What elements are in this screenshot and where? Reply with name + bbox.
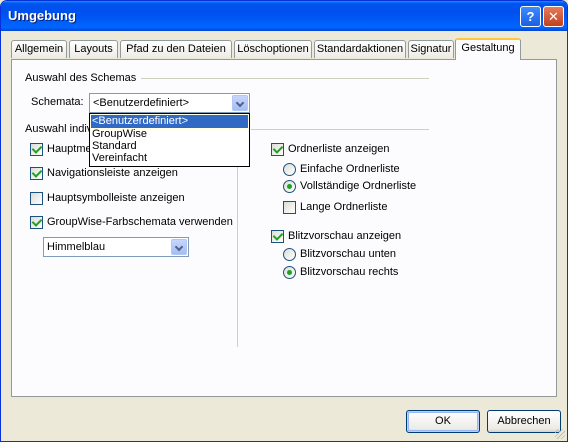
full-list-label: Vollständige Ordnerliste — [300, 180, 417, 192]
color-combo-value: Himmelblau — [47, 241, 106, 253]
tab-standardaktionen[interactable]: Standardaktionen — [314, 40, 406, 58]
schema-combo-value: <Benutzerdefiniert> — [93, 97, 190, 109]
qv-bottom-label: Blitzvorschau unten — [300, 248, 396, 260]
color-combo[interactable]: Himmelblau — [43, 237, 189, 257]
schema-dropdown-list: <Benutzerdefiniert> GroupWise Standard V… — [89, 113, 250, 167]
dialog-window: Umgebung ? ✕ Allgemein Layouts Pfad zu d… — [0, 0, 568, 442]
main-toolbar-label: Hauptsymbolleiste anzeigen — [47, 192, 185, 204]
close-button[interactable]: ✕ — [543, 6, 564, 27]
chevron-down-icon[interactable] — [232, 95, 248, 111]
simple-list-label: Einfache Ordnerliste — [300, 163, 400, 175]
chevron-down-icon[interactable] — [171, 239, 187, 255]
tab-pfad[interactable]: Pfad zu den Dateien — [120, 40, 232, 58]
main-toolbar-checkbox[interactable] — [30, 192, 43, 205]
ok-button[interactable]: OK — [406, 410, 480, 433]
individual-group-title: Auswahl indiv — [25, 123, 93, 135]
schema-option[interactable]: <Benutzerdefiniert> — [90, 114, 249, 129]
cancel-button[interactable]: Abbrechen — [487, 410, 561, 433]
tab-layouts[interactable]: Layouts — [69, 40, 118, 58]
long-list-label: Lange Ordnerliste — [300, 201, 388, 213]
schema-combo[interactable]: <Benutzerdefiniert> — [89, 93, 250, 113]
folder-list-label: Ordnerliste anzeigen — [288, 143, 390, 155]
quick-view-checkbox[interactable] — [271, 230, 284, 243]
main-menu-label: Hauptme — [47, 143, 92, 155]
main-menu-checkbox[interactable] — [30, 143, 43, 156]
nav-bar-checkbox[interactable] — [30, 167, 43, 180]
nav-bar-label: Navigationsleiste anzeigen — [47, 167, 178, 179]
individual-group-divider — [251, 129, 429, 130]
qv-right-radio[interactable] — [283, 266, 296, 279]
tab-allgemein[interactable]: Allgemein — [11, 40, 67, 58]
schema-group-divider — [141, 78, 429, 79]
simple-list-radio[interactable] — [283, 163, 296, 176]
quick-view-label: Blitzvorschau anzeigen — [288, 230, 402, 242]
color-scheme-label: GroupWise-Farbschemata verwenden — [47, 216, 233, 228]
qv-bottom-radio[interactable] — [283, 248, 296, 261]
tab-gestaltung[interactable]: Gestaltung — [455, 38, 521, 60]
schema-label: Schemata: — [31, 96, 84, 108]
column-divider — [237, 141, 238, 347]
schema-group-title: Auswahl des Schemas — [25, 72, 137, 84]
help-button[interactable]: ? — [520, 6, 541, 27]
tab-signatur[interactable]: Signatur — [408, 40, 454, 58]
title-bar[interactable]: Umgebung ? ✕ — [1, 1, 567, 31]
folder-list-checkbox[interactable] — [271, 143, 284, 156]
resize-grip[interactable] — [555, 429, 565, 439]
tab-loeschoptionen[interactable]: Löschoptionen — [234, 40, 312, 58]
color-scheme-checkbox[interactable] — [30, 216, 43, 229]
qv-right-label: Blitzvorschau rechts — [300, 266, 399, 278]
window-title: Umgebung — [8, 8, 76, 23]
long-list-checkbox[interactable] — [283, 201, 296, 214]
schema-option[interactable]: Vereinfacht — [91, 152, 248, 165]
full-list-radio[interactable] — [283, 180, 296, 193]
